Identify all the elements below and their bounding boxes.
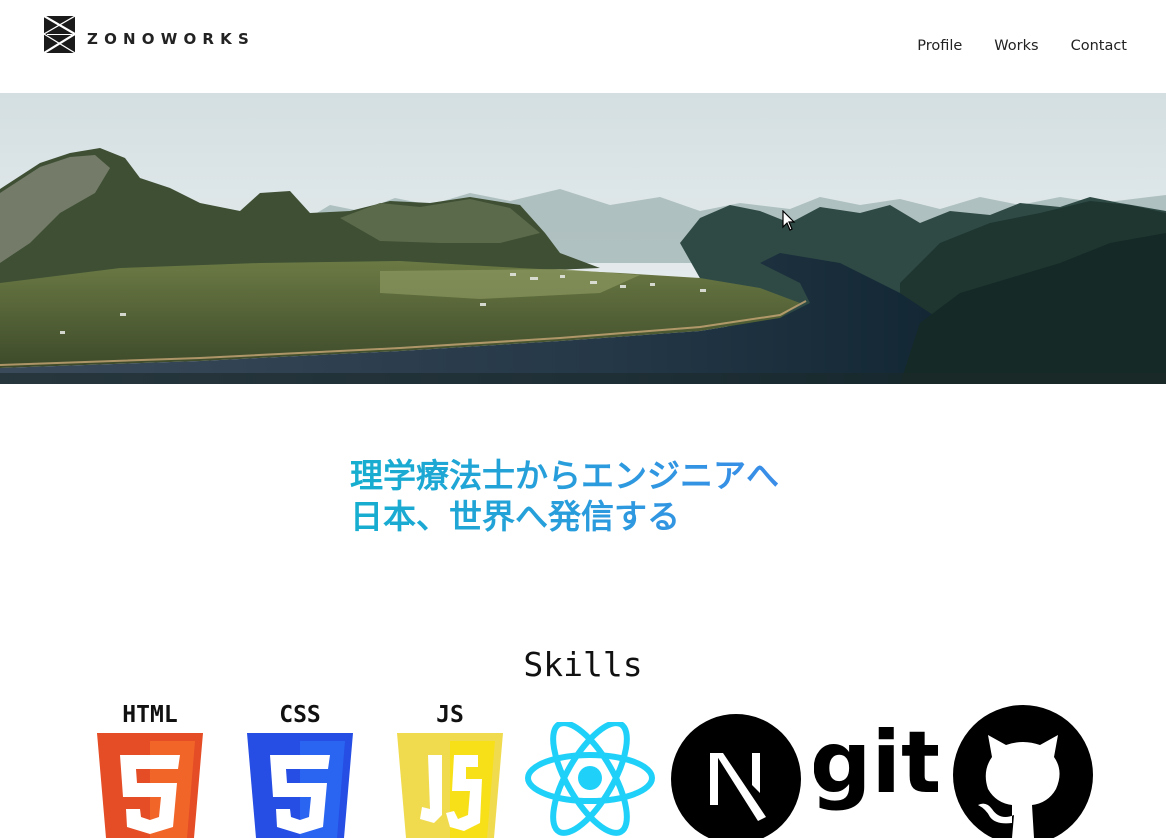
nav-works[interactable]: Works — [994, 36, 1038, 56]
site-header: ZONOWORKS Profile Works Contact — [0, 0, 1166, 93]
hero-tagline: 理学療法士からエンジニアへ 日本、世界へ発信する — [350, 455, 779, 537]
github-icon — [953, 705, 1093, 838]
html-label: HTML — [122, 703, 177, 728]
main-nav: Profile Works Contact — [885, 36, 1127, 56]
hero-image — [0, 93, 1166, 384]
skills-heading: Skills — [523, 645, 643, 684]
css-label: CSS — [279, 703, 321, 728]
css3-icon: CSS — [247, 703, 353, 838]
tagline-line-1: 理学療法士からエンジニアへ — [350, 456, 779, 495]
javascript-icon: JS — [397, 703, 503, 838]
landscape-image — [0, 93, 1166, 384]
brand-name: ZONOWORKS — [87, 29, 256, 48]
html5-icon: HTML — [97, 703, 203, 838]
js-label: JS — [436, 703, 464, 728]
zonoworks-logo-icon — [44, 16, 75, 53]
nextjs-icon — [671, 714, 801, 838]
tagline-line-2: 日本、世界へ発信する — [350, 497, 680, 536]
nav-contact[interactable]: Contact — [1071, 36, 1127, 56]
react-icon — [525, 722, 655, 836]
nav-profile[interactable]: Profile — [917, 36, 962, 56]
brand-logo-link[interactable]: ZONOWORKS — [44, 16, 255, 53]
git-label: git — [814, 718, 938, 813]
mouse-pointer-icon — [782, 210, 796, 231]
git-icon: git — [814, 718, 938, 813]
